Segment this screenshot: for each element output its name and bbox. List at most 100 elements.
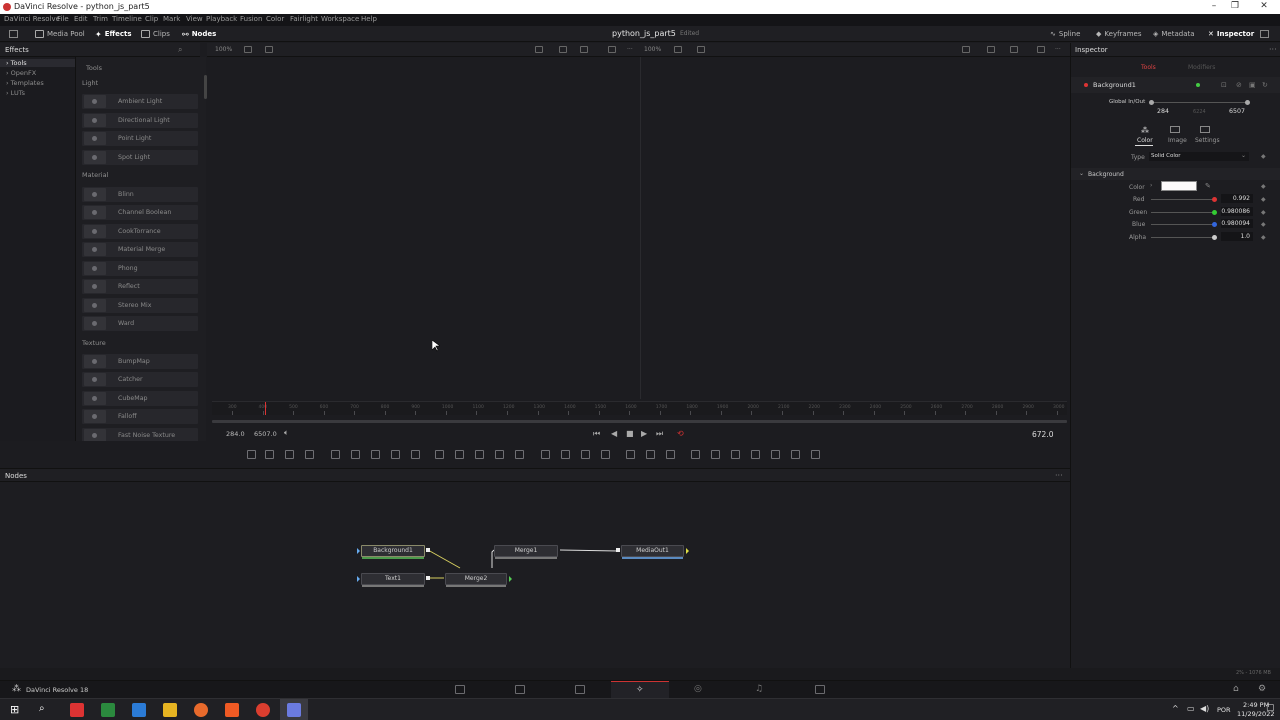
tool-item[interactable]: Channel Boolean (82, 205, 198, 220)
tool-item[interactable]: Catcher (82, 372, 198, 387)
tool-item[interactable]: Blinn (82, 187, 198, 202)
vscode-icon[interactable] (132, 703, 146, 717)
channel-alpha-value[interactable]: 1.0 (1221, 232, 1253, 241)
node-header[interactable]: Background1 ⊡ ⊘ ▣ ↻ (1071, 77, 1280, 93)
tool-item[interactable]: Point Light (82, 131, 198, 146)
viewer-grid-icon[interactable] (1010, 46, 1018, 53)
tree-item-templates[interactable]: › Templates (6, 79, 44, 87)
fusion-tool-icon[interactable] (646, 450, 655, 459)
menu-timeline[interactable]: Timeline (112, 15, 142, 23)
global-out-knob[interactable] (1245, 100, 1250, 105)
keyframe-icon[interactable]: ◆ (1261, 183, 1266, 190)
viewer-roi-icon[interactable] (962, 46, 970, 53)
menu-file[interactable]: File (57, 15, 69, 23)
menu-fairlight[interactable]: Fairlight (290, 15, 318, 23)
channel-alpha-slider[interactable] (1151, 237, 1213, 238)
global-out-value[interactable]: 6507 (1229, 108, 1245, 115)
playhead[interactable] (265, 402, 266, 415)
pin-icon[interactable]: ⊘ (1236, 81, 1242, 89)
fusion-tool-icon[interactable] (435, 450, 444, 459)
deliver-page-icon[interactable] (815, 685, 825, 694)
node-merge1[interactable]: Merge1 (494, 545, 558, 559)
cut-page-icon[interactable] (515, 685, 525, 694)
tab-modifiers[interactable]: Modifiers (1188, 64, 1215, 71)
viewer-roi-icon[interactable] (535, 46, 543, 53)
menu-trim[interactable]: Trim (93, 15, 108, 23)
viewer-options-icon[interactable] (674, 46, 682, 53)
fusion-tool-icon[interactable] (731, 450, 740, 459)
more-icon[interactable]: ··· (627, 46, 633, 53)
keyframes-button[interactable]: ◆ Keyframes (1096, 28, 1142, 40)
menu-davinci[interactable]: DaVinci Resolve (4, 15, 60, 23)
type-dropdown[interactable]: Solid Color ⌄ (1149, 152, 1249, 161)
menu-workspace[interactable]: Workspace (321, 15, 359, 23)
node-text1[interactable]: Text1 (361, 573, 425, 587)
file-explorer-icon[interactable] (163, 703, 177, 717)
fusion-tool-icon[interactable] (455, 450, 464, 459)
spline-button[interactable]: ∿ Spline (1050, 28, 1080, 40)
play-icon[interactable]: ▶ (641, 429, 647, 438)
effects-button[interactable]: ✦ Effects (95, 28, 132, 40)
fusion-tool-icon[interactable] (351, 450, 360, 459)
channel-alpha-knob[interactable] (1212, 235, 1217, 240)
global-inout-slider[interactable] (1151, 102, 1247, 103)
metadata-button[interactable]: ◈ Metadata (1153, 28, 1195, 40)
media-page-icon[interactable] (455, 685, 465, 694)
color-tab-icon[interactable]: ⁂ (1141, 126, 1149, 135)
resolve-taskbar-button[interactable] (280, 699, 308, 720)
image-tab-icon[interactable] (1170, 126, 1180, 133)
channel-green-value[interactable]: 0.980086 (1221, 207, 1253, 216)
menu-color[interactable]: Color (266, 15, 284, 23)
fusion-tool-icon[interactable] (495, 450, 504, 459)
start-frame[interactable]: 284.0 (226, 430, 245, 438)
fusion-tool-icon[interactable] (601, 450, 610, 459)
tool-item[interactable]: Material Merge (82, 242, 198, 257)
viewer-channel-icon[interactable] (559, 46, 567, 53)
tool-item[interactable]: Fast Noise Texture (82, 428, 198, 441)
reset-icon[interactable]: ↻ (1262, 81, 1268, 89)
fusion-tool-icon[interactable] (626, 450, 635, 459)
fusion-tool-icon[interactable] (711, 450, 720, 459)
fusion-tool-icon[interactable] (331, 450, 340, 459)
channel-green-knob[interactable] (1212, 210, 1217, 215)
gear-icon[interactable]: ⚙ (1258, 684, 1266, 694)
tool-item[interactable]: CookTorrance (82, 224, 198, 239)
subtab-color[interactable]: Color (1137, 137, 1153, 144)
search-icon[interactable]: ⌕ (178, 45, 182, 55)
tool-item[interactable]: Phong (82, 261, 198, 276)
menu-fusion[interactable]: Fusion (240, 15, 262, 23)
tool-item[interactable]: Ambient Light (82, 94, 198, 109)
node-options-icon[interactable]: ⊡ (1221, 81, 1227, 89)
fusion-tool-icon[interactable] (305, 450, 314, 459)
network-icon[interactable]: ▭ (1187, 704, 1195, 713)
tool-item[interactable]: Spot Light (82, 150, 198, 165)
keyframe-icon[interactable]: ◆ (1261, 221, 1266, 228)
search-icon[interactable]: ⌕ (39, 703, 45, 714)
node-merge2[interactable]: Merge2 (445, 573, 507, 587)
end-frame[interactable]: 6507.0 (254, 430, 277, 438)
fusion-tool-icon[interactable] (391, 450, 400, 459)
play-reverse-icon[interactable]: ◀ (611, 429, 617, 438)
keyframe-icon[interactable]: ◆ (1261, 209, 1266, 216)
timeline-ruler[interactable]: 300 400 500 600 700 800 900 1000 1100 1200 1300 140… (212, 401, 1067, 415)
tool-item[interactable]: Ward (82, 316, 198, 331)
firefox-icon[interactable] (194, 703, 208, 717)
edit-page-icon[interactable] (575, 685, 585, 694)
background-section-header[interactable]: ⌄ Background (1071, 168, 1280, 180)
settings-tab-icon[interactable] (1200, 126, 1210, 133)
global-in-value[interactable]: 284 (1157, 108, 1169, 115)
fusion-tool-icon[interactable] (541, 450, 550, 459)
more-icon[interactable]: ··· (1055, 471, 1063, 480)
global-in-knob[interactable] (1149, 100, 1154, 105)
menu-mark[interactable]: Mark (163, 15, 180, 23)
keyframe-icon[interactable]: ◆ (1261, 196, 1266, 203)
channel-red-value[interactable]: 0.992 (1221, 194, 1253, 203)
audio-icon[interactable]: 🔈︎ (284, 428, 289, 438)
panel-right-toggle-icon[interactable] (1260, 30, 1269, 38)
go-to-end-icon[interactable]: ⏭︎ (656, 429, 663, 439)
tree-item-tools[interactable]: › Tools (0, 59, 75, 67)
brave-icon[interactable] (225, 703, 239, 717)
fusion-tool-icon[interactable] (771, 450, 780, 459)
minimize-icon[interactable]: – (1204, 1, 1224, 13)
menu-help[interactable]: Help (361, 15, 377, 23)
